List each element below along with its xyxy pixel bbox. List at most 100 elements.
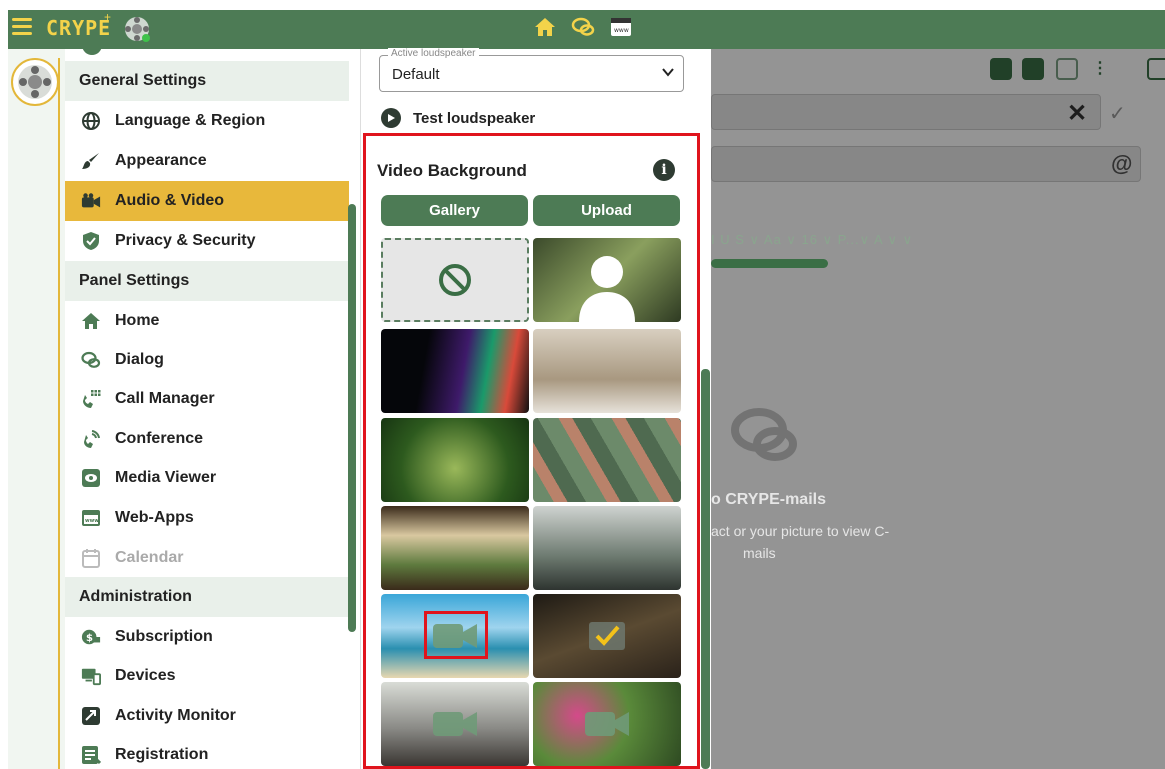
shield-icon bbox=[81, 231, 101, 251]
dialog-icon[interactable] bbox=[570, 14, 596, 40]
menu-icon[interactable] bbox=[12, 18, 32, 38]
no-background-tile[interactable] bbox=[381, 238, 529, 322]
sidebar-item-label: Web-Apps bbox=[115, 509, 194, 526]
empty-state-text-line1: act or your picture to view C- bbox=[711, 523, 890, 539]
background-tile-arch-window[interactable] bbox=[381, 506, 529, 590]
sidebar-item-label: Language & Region bbox=[115, 112, 266, 129]
top-app-bar: CRYPE + www bbox=[8, 10, 1165, 49]
svg-text:$: $ bbox=[86, 633, 93, 644]
sidebar-item-conference[interactable]: Conference bbox=[65, 419, 349, 459]
gallery-button[interactable]: Gallery bbox=[381, 195, 528, 226]
brand-plus-mark: + bbox=[104, 10, 112, 24]
eye-icon bbox=[81, 468, 101, 488]
background-tile-neon-wall[interactable] bbox=[381, 329, 529, 413]
section-administration: Administration bbox=[65, 577, 349, 617]
video-camera-icon bbox=[433, 712, 477, 736]
devices-icon bbox=[81, 666, 101, 686]
sidebar-item-label: Appearance bbox=[115, 152, 207, 169]
sidebar-item-label: Registration bbox=[115, 746, 209, 763]
activity-icon bbox=[81, 706, 101, 726]
sidebar-item-subscription[interactable]: $ Subscription bbox=[65, 617, 349, 657]
background-tile-beach[interactable] bbox=[381, 594, 529, 678]
dialog-icon bbox=[81, 350, 101, 370]
video-camera-icon bbox=[585, 712, 629, 736]
upload-button[interactable]: Upload bbox=[533, 195, 680, 226]
background-tile-library[interactable] bbox=[533, 329, 681, 413]
sidebar-item-label: Devices bbox=[115, 667, 176, 684]
progress-bar bbox=[711, 259, 828, 268]
sidebar-item-activity-monitor[interactable]: Activity Monitor bbox=[65, 696, 349, 736]
sidebar-item-appearance[interactable]: Appearance bbox=[65, 141, 349, 181]
conference-icon bbox=[81, 429, 101, 449]
svg-text:www: www bbox=[614, 27, 629, 34]
sidebar-item-call-manager[interactable]: Call Manager bbox=[65, 379, 349, 419]
panel-scrollbar[interactable] bbox=[701, 369, 710, 769]
rail-accent-line bbox=[58, 58, 60, 769]
info-icon[interactable]: i bbox=[653, 159, 675, 181]
test-loudspeaker-button[interactable]: Test loudspeaker bbox=[381, 108, 535, 128]
sidebar-item-devices[interactable]: Devices bbox=[65, 656, 349, 696]
home-icon bbox=[81, 311, 101, 331]
profile-avatar-icon[interactable] bbox=[122, 14, 152, 44]
empty-state-title: o CRYPE-mails bbox=[711, 491, 826, 508]
background-tile-office[interactable] bbox=[533, 506, 681, 590]
section-panel-settings: Panel Settings bbox=[65, 261, 349, 301]
background-tile-garden[interactable] bbox=[533, 682, 681, 766]
calendar-icon bbox=[81, 548, 101, 568]
left-rail bbox=[8, 49, 65, 769]
phone-keypad-icon bbox=[81, 389, 101, 409]
sidebar-item-label: Calendar bbox=[115, 549, 184, 566]
settings-sidebar: General Settings Language & Region Appea… bbox=[65, 49, 349, 769]
play-icon bbox=[381, 108, 401, 128]
blur-background-tile[interactable] bbox=[533, 238, 681, 322]
person-silhouette-icon bbox=[579, 256, 635, 322]
loudspeaker-value: Default bbox=[392, 66, 440, 83]
section-general-settings: General Settings bbox=[65, 61, 349, 101]
registration-icon bbox=[81, 745, 101, 765]
sidebar-item-media-viewer[interactable]: Media Viewer bbox=[65, 458, 349, 498]
checkmark-icon bbox=[589, 622, 625, 650]
camera-people-icon bbox=[81, 191, 101, 211]
sidebar-item-label: Subscription bbox=[115, 628, 213, 645]
web-apps-icon: www bbox=[81, 508, 101, 528]
sidebar-item-registration[interactable]: Registration bbox=[65, 735, 349, 769]
loudspeaker-select[interactable]: Active loudspeaker Default bbox=[379, 48, 684, 92]
brush-icon bbox=[81, 151, 101, 171]
background-tile-dark-room-selected[interactable] bbox=[533, 594, 681, 678]
block-icon bbox=[439, 264, 471, 296]
audio-video-panel: Active loudspeaker Default Test loudspea… bbox=[360, 48, 711, 769]
video-background-title: Video Background bbox=[377, 161, 527, 180]
sidebar-item-label: Privacy & Security bbox=[115, 232, 256, 249]
web-apps-icon[interactable]: www bbox=[608, 14, 634, 40]
scrolled-item-icon bbox=[82, 49, 102, 55]
dim-overlay bbox=[711, 49, 1165, 769]
background-tile-hexagons[interactable] bbox=[533, 418, 681, 502]
brand-logo: CRYPE bbox=[46, 16, 112, 40]
sidebar-item-label: Home bbox=[115, 312, 160, 329]
sidebar-item-label: Audio & Video bbox=[115, 192, 225, 209]
format-toolbar[interactable]: I U S ∨ Aa ∨ 16 ∨ P...∨ A ∨ ∨ bbox=[711, 232, 913, 248]
sidebar-item-label: Media Viewer bbox=[115, 469, 217, 486]
test-loudspeaker-label: Test loudspeaker bbox=[413, 109, 536, 127]
home-icon[interactable] bbox=[532, 14, 558, 40]
globe-icon bbox=[81, 111, 101, 131]
sidebar-item-calendar[interactable]: Calendar bbox=[65, 538, 349, 578]
sidebar-item-privacy-security[interactable]: Privacy & Security bbox=[65, 221, 349, 261]
sidebar-item-label: Activity Monitor bbox=[115, 707, 236, 724]
loudspeaker-legend: Active loudspeaker bbox=[388, 48, 479, 59]
account-avatar[interactable] bbox=[11, 58, 59, 106]
chevron-down-icon bbox=[662, 68, 674, 77]
sidebar-item-label: Dialog bbox=[115, 351, 164, 368]
background-tile-jungle[interactable] bbox=[381, 418, 529, 502]
empty-state-text-line2: mails bbox=[743, 545, 776, 561]
selection-highlight bbox=[424, 611, 488, 659]
sidebar-item-dialog[interactable]: Dialog bbox=[65, 340, 349, 380]
sidebar-item-language-region[interactable]: Language & Region bbox=[65, 101, 349, 141]
money-icon: $ bbox=[81, 627, 101, 647]
sidebar-item-audio-video[interactable]: Audio & Video bbox=[65, 181, 349, 221]
sidebar-scrollbar[interactable] bbox=[348, 204, 356, 632]
sidebar-item-label: Call Manager bbox=[115, 390, 215, 407]
sidebar-item-home[interactable]: Home bbox=[65, 301, 349, 341]
sidebar-item-web-apps[interactable]: www Web-Apps bbox=[65, 498, 349, 538]
background-tile-living-room[interactable] bbox=[381, 682, 529, 766]
